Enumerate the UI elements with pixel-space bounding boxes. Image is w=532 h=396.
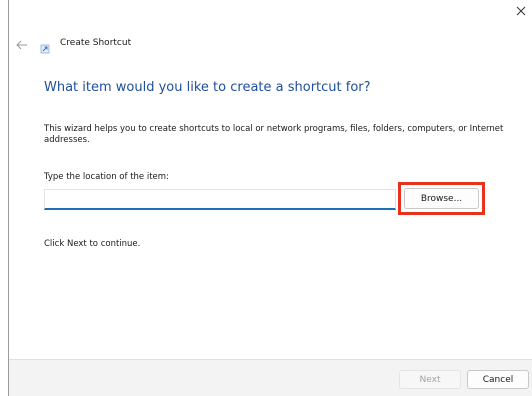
close-icon: [516, 6, 526, 16]
create-shortcut-window: Create Shortcut What item would you like…: [8, 0, 532, 396]
location-label: Type the location of the item:: [44, 172, 169, 182]
close-button[interactable]: [510, 0, 532, 22]
next-button[interactable]: Next: [399, 370, 461, 389]
wizard-description: This wizard helps you to create shortcut…: [44, 124, 504, 145]
location-input[interactable]: [44, 189, 396, 210]
back-button[interactable]: [14, 37, 30, 53]
browse-button[interactable]: Browse...: [404, 188, 479, 209]
footer-bar: Next Cancel: [9, 359, 532, 396]
page-heading: What item would you like to create a sho…: [44, 80, 371, 95]
back-arrow-icon: [16, 40, 27, 50]
shortcut-icon: [39, 40, 51, 54]
cancel-button[interactable]: Cancel: [467, 370, 529, 389]
window-title: Create Shortcut: [60, 38, 132, 48]
next-hint: Click Next to continue.: [44, 239, 141, 249]
